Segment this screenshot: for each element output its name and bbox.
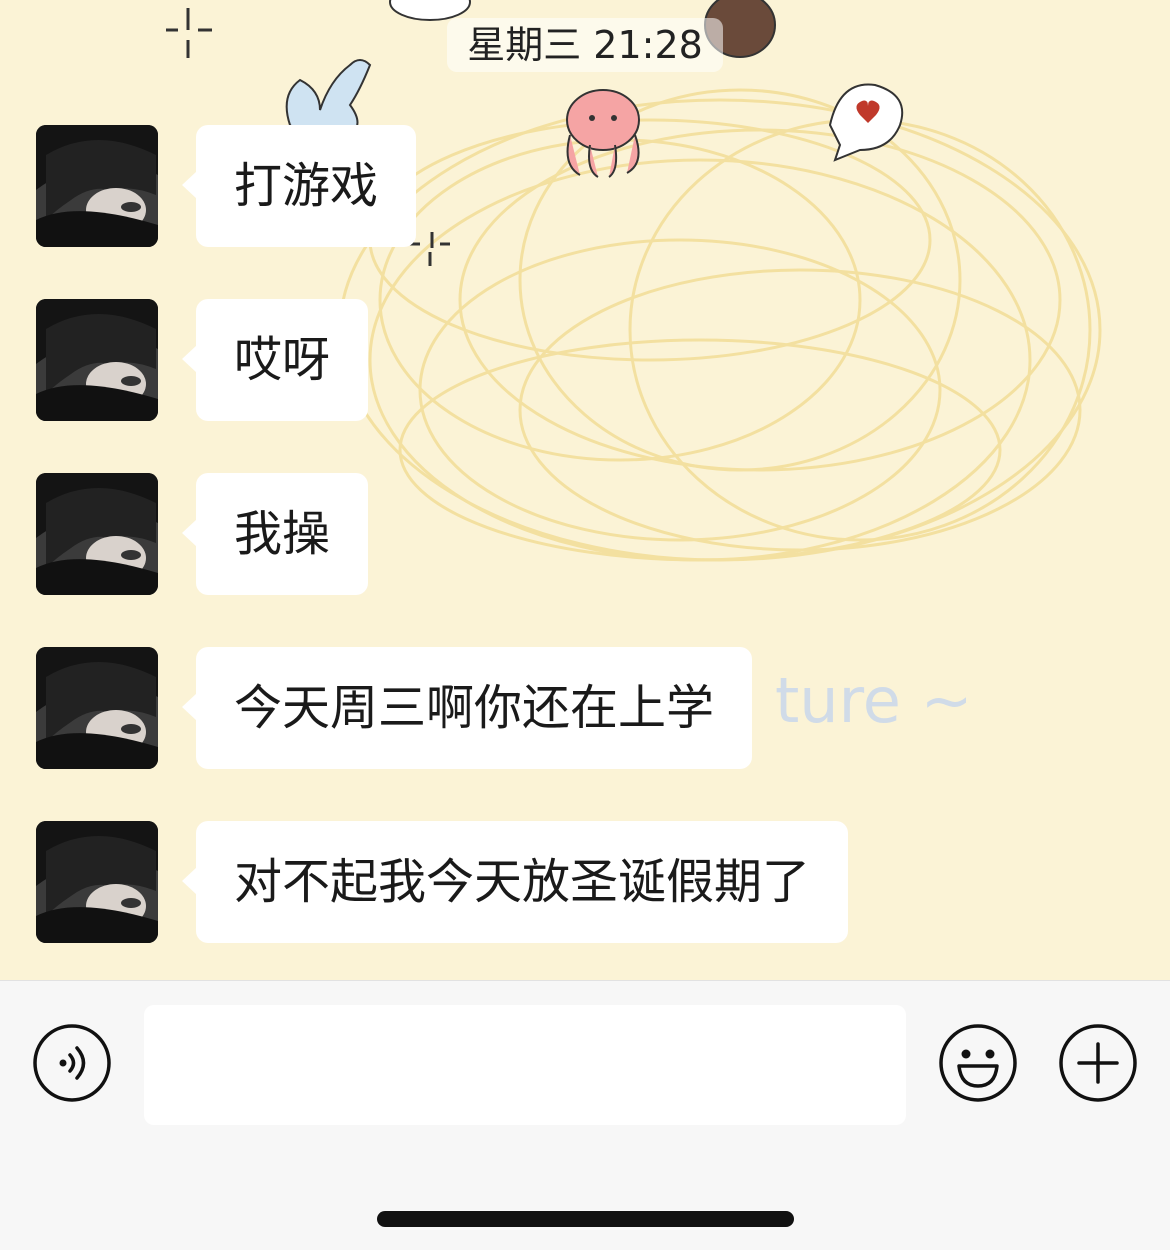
- message-timestamp: 星期三 21:28: [447, 18, 723, 72]
- emoji-button[interactable]: [939, 1024, 1017, 1102]
- bubble-tail: [182, 867, 197, 895]
- message-text: 我操: [234, 506, 331, 562]
- message-input[interactable]: [144, 1005, 906, 1125]
- contact-avatar[interactable]: [36, 647, 158, 769]
- emoji-icon: [939, 1024, 1017, 1102]
- message-text: 打游戏: [234, 158, 379, 214]
- contact-avatar[interactable]: [36, 473, 158, 595]
- voice-button[interactable]: [33, 1024, 111, 1102]
- contact-avatar[interactable]: [36, 125, 158, 247]
- bubble-tail: [182, 171, 197, 199]
- add-button[interactable]: [1059, 1024, 1137, 1102]
- message-text: 今天周三啊你还在上学: [234, 680, 715, 736]
- message-bubble[interactable]: 对不起我今天放圣诞假期了: [182, 821, 849, 943]
- message-text: 哎呀: [234, 332, 331, 388]
- contact-avatar[interactable]: [36, 299, 158, 421]
- bubble-tail: [182, 519, 197, 547]
- wallpaper-text: ture ~: [775, 664, 973, 737]
- home-indicator[interactable]: [377, 1211, 794, 1227]
- message-bubble[interactable]: 今天周三啊你还在上学: [182, 647, 753, 769]
- voice-icon: [33, 1024, 111, 1102]
- bubble-tail: [182, 693, 197, 721]
- message-text: 对不起我今天放圣诞假期了: [234, 854, 811, 910]
- chat-area[interactable]: ture ~ 星期三 21:28 打游戏 哎呀 我操 今天周三啊你还在上学 对不…: [0, 0, 1170, 980]
- input-bar: [0, 980, 1170, 1250]
- message-bubble[interactable]: 打游戏: [182, 125, 417, 247]
- contact-avatar[interactable]: [36, 821, 158, 943]
- plus-icon: [1059, 1024, 1137, 1102]
- bubble-tail: [182, 345, 197, 373]
- message-bubble[interactable]: 我操: [182, 473, 369, 595]
- message-bubble[interactable]: 哎呀: [182, 299, 369, 421]
